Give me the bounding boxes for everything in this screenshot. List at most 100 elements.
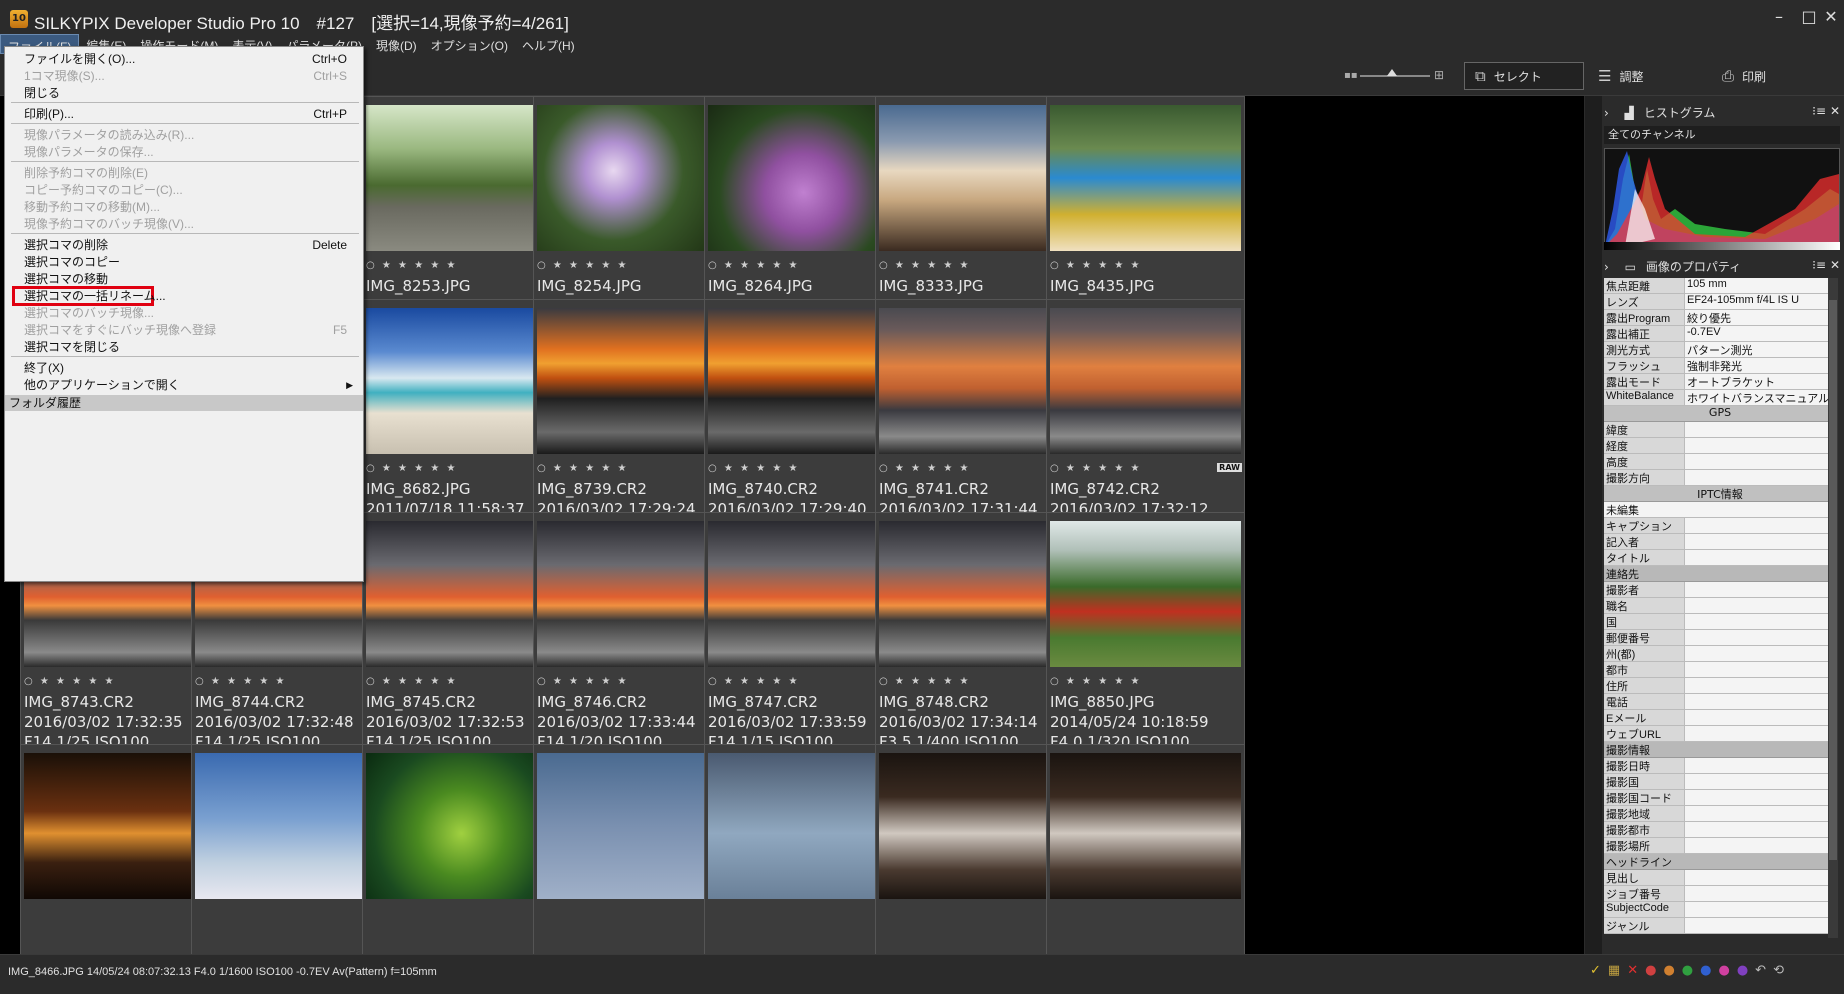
- property-value[interactable]: 105 mm: [1684, 278, 1836, 293]
- red-label-icon[interactable]: ●: [1645, 963, 1656, 978]
- panel-collapse-strip[interactable]: [1585, 96, 1602, 954]
- thumbnail-cell[interactable]: ○ ★ ★ ★ ★ ★RAWIMG_8747.CR22016/03/02 17:…: [704, 512, 903, 759]
- thumbnail-cell[interactable]: [1046, 744, 1245, 954]
- slider-thumb[interactable]: [1387, 69, 1397, 76]
- property-value[interactable]: 絞り優先: [1684, 310, 1836, 325]
- thumbnail-image[interactable]: [537, 308, 728, 454]
- thumbnail-image[interactable]: [1050, 105, 1241, 251]
- properties-header[interactable]: › ▭ 画像のプロパティ ⁝≡ ✕: [1604, 258, 1840, 276]
- rating-stars[interactable]: ○ ★ ★ ★ ★ ★: [366, 463, 557, 477]
- property-row[interactable]: 職名: [1604, 598, 1836, 614]
- panel-close-icon[interactable]: ✕: [1830, 104, 1840, 118]
- thumbnail-cell[interactable]: ○ ★ ★ ★ ★ ★ IMG_8682.JPG 2011/07/18 11:58:…: [362, 299, 561, 546]
- property-row[interactable]: レンズ EF24-105mm f/4L IS U: [1604, 294, 1836, 310]
- thumbnail-image[interactable]: [366, 521, 557, 667]
- thumbnail-large-icon[interactable]: ⊞: [1434, 68, 1444, 82]
- thumbnail-cell[interactable]: ○ ★ ★ ★ ★ ★RAWIMG_8740.CR22016/03/02 17:…: [704, 299, 903, 546]
- property-value[interactable]: [1684, 614, 1836, 629]
- file-menu-item[interactable]: 選択コマのコピー: [5, 254, 363, 271]
- file-menu-item[interactable]: 選択コマを閉じる: [5, 339, 363, 356]
- property-value[interactable]: [1684, 870, 1836, 885]
- property-value[interactable]: パターン測光: [1684, 342, 1836, 357]
- property-value[interactable]: [1684, 662, 1836, 677]
- property-row[interactable]: 都市: [1604, 662, 1836, 678]
- property-row[interactable]: キャプション: [1604, 518, 1836, 534]
- property-row[interactable]: 高度: [1604, 454, 1836, 470]
- file-menu-item[interactable]: 閉じる: [5, 85, 363, 102]
- rating-stars[interactable]: ○ ★ ★ ★ ★ ★: [366, 676, 557, 690]
- property-value[interactable]: [1684, 534, 1836, 549]
- rating-stars[interactable]: ○ ★ ★ ★ ★ ★: [708, 463, 899, 477]
- thumbnail-image[interactable]: [708, 753, 899, 899]
- thumbnail-cell[interactable]: [191, 744, 390, 954]
- file-menu-item[interactable]: 選択コマの削除 Delete: [5, 237, 363, 254]
- property-row[interactable]: 記入者: [1604, 534, 1836, 550]
- property-row[interactable]: ウェブURL: [1604, 726, 1836, 742]
- file-menu-item[interactable]: ファイルを開く(O)... Ctrl+O: [5, 51, 363, 68]
- thumbnail-image[interactable]: [366, 308, 557, 454]
- file-menu-item[interactable]: コピー予約コマのコピー(C)...: [5, 182, 363, 199]
- panel-close-icon[interactable]: ✕: [1830, 258, 1840, 272]
- property-value[interactable]: [1684, 678, 1836, 693]
- property-row[interactable]: 露出モード オートブラケット: [1604, 374, 1836, 390]
- purple-label-icon[interactable]: ●: [1737, 963, 1748, 978]
- file-menu-item[interactable]: 現像パラメータの保存...: [5, 144, 363, 161]
- thumbnail-image[interactable]: [879, 753, 1070, 899]
- property-value[interactable]: [1684, 790, 1836, 805]
- rating-stars[interactable]: ○ ★ ★ ★ ★ ★: [366, 260, 557, 274]
- close-button[interactable]: ✕: [1816, 6, 1844, 30]
- property-row[interactable]: 測光方式 パターン測光: [1604, 342, 1836, 358]
- menu-5[interactable]: 現像(D): [369, 34, 424, 54]
- expand-icon[interactable]: ›: [1604, 106, 1609, 120]
- file-menu-item[interactable]: 現像予約コマのバッチ現像(V)...: [5, 216, 363, 233]
- property-row[interactable]: 郵便番号: [1604, 630, 1836, 646]
- property-value[interactable]: [1684, 726, 1836, 741]
- property-value[interactable]: 強制非発光: [1684, 358, 1836, 373]
- rating-stars[interactable]: ○ ★ ★ ★ ★ ★: [195, 676, 386, 690]
- property-value[interactable]: EF24-105mm f/4L IS U: [1684, 294, 1836, 309]
- property-row[interactable]: 住所: [1604, 678, 1836, 694]
- property-row[interactable]: 州(都): [1604, 646, 1836, 662]
- thumbnail-image[interactable]: [366, 105, 557, 251]
- file-menu-item[interactable]: 1コマ現像(S)... Ctrl+S: [5, 68, 363, 85]
- property-value[interactable]: [1684, 838, 1836, 853]
- property-value[interactable]: [1684, 694, 1836, 709]
- property-value[interactable]: [1684, 758, 1836, 773]
- property-value[interactable]: [1684, 518, 1836, 533]
- histogram-channel-select[interactable]: 全てのチャンネル: [1604, 126, 1840, 144]
- property-value[interactable]: [1684, 422, 1836, 437]
- property-value[interactable]: [1684, 774, 1836, 789]
- property-row[interactable]: 見出し: [1604, 870, 1836, 886]
- check-icon[interactable]: ✓: [1590, 963, 1601, 978]
- property-row[interactable]: ジョブ番号: [1604, 886, 1836, 902]
- property-row[interactable]: 撮影都市: [1604, 822, 1836, 838]
- thumbnail-cell[interactable]: ○ ★ ★ ★ ★ ★ RAW IMG_8742.CR2 2016/03/02 17:…: [1046, 299, 1245, 546]
- file-menu-item[interactable]: 選択コマをすぐにバッチ現像へ登録 F5: [5, 322, 363, 339]
- property-row[interactable]: 電話: [1604, 694, 1836, 710]
- thumbnail-cell[interactable]: ○ ★ ★ ★ ★ ★ IMG_8850.JPG 2014/05/24 10:18:…: [1046, 512, 1245, 759]
- thumbnail-cell[interactable]: ○ ★ ★ ★ ★ ★RAWIMG_8745.CR22016/03/02 17:…: [362, 512, 561, 759]
- thumbnail-image[interactable]: [366, 753, 557, 899]
- thumbnail-cell[interactable]: [20, 744, 219, 954]
- property-row[interactable]: 撮影場所: [1604, 838, 1836, 854]
- scrollbar-thumb[interactable]: [1829, 300, 1837, 860]
- property-value[interactable]: [1684, 454, 1836, 469]
- blue-label-icon[interactable]: ●: [1700, 963, 1711, 978]
- rating-stars[interactable]: ○ ★ ★ ★ ★ ★: [879, 676, 1070, 690]
- property-row[interactable]: 露出補正 -0.7EV: [1604, 326, 1836, 342]
- property-row[interactable]: Eメール: [1604, 710, 1836, 726]
- rating-stars[interactable]: ○ ★ ★ ★ ★ ★: [1050, 676, 1241, 690]
- property-value[interactable]: [1684, 646, 1836, 661]
- pink-label-icon[interactable]: ●: [1718, 963, 1729, 978]
- property-value[interactable]: [1684, 630, 1836, 645]
- thumbnail-cell[interactable]: ○ ★ ★ ★ ★ ★RAWIMG_8748.CR22016/03/02 17:…: [875, 512, 1074, 759]
- thumbnail-image[interactable]: [879, 105, 1070, 251]
- thumbnail-image[interactable]: [537, 753, 728, 899]
- thumbnail-cell[interactable]: ○ ★ ★ ★ ★ ★RAWIMG_8741.CR22016/03/02 17:…: [875, 299, 1074, 546]
- thumbnail-small-icon[interactable]: ▪▪: [1344, 70, 1358, 81]
- green-label-icon[interactable]: ●: [1682, 963, 1693, 978]
- property-row[interactable]: 撮影日時: [1604, 758, 1836, 774]
- thumbnail-cell[interactable]: [533, 744, 732, 954]
- thumbnail-image[interactable]: [1050, 521, 1241, 667]
- file-menu-item[interactable]: 選択コマの一括リネーム...: [5, 288, 363, 305]
